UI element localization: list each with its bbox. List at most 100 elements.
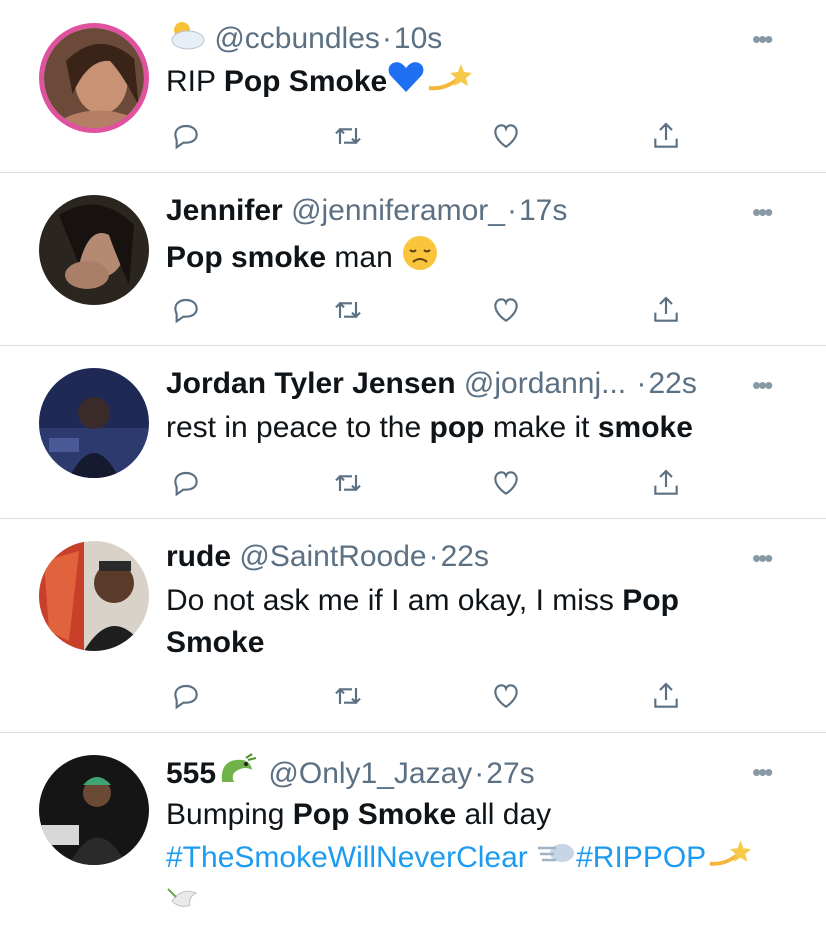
user-handle[interactable]: @SaintRoode [239,540,426,573]
cloud-sun-emoji [166,20,206,60]
share-button[interactable] [646,676,686,716]
tweet-actions [166,676,686,716]
user-handle[interactable]: @Only1_Jazay [268,757,472,790]
text-bold-segment: Pop Smoke [292,798,457,831]
retweet-button[interactable] [328,676,368,716]
timestamp[interactable]: 22s [441,540,489,573]
like-button[interactable] [486,290,526,330]
share-button[interactable] [646,290,686,330]
tweet-text: Do not ask me if I am okay, I miss Pop S… [166,580,726,664]
retweet-button[interactable] [328,116,368,156]
timestamp[interactable]: 22s [648,367,696,400]
reply-button[interactable] [166,463,206,503]
avatar-image [44,28,144,128]
like-button[interactable] [486,676,526,716]
like-button[interactable] [486,116,526,156]
avatar-jennifer[interactable] [39,195,149,305]
tweet-text: rest in peace to the pop make it smoke [166,407,786,449]
text-segment: man [326,240,402,274]
hashtag-link[interactable]: #RIPPOP [576,841,706,874]
user-handle[interactable]: @jenniferamor_ [291,194,505,227]
retweet-icon [335,301,361,319]
like-icon [494,684,518,708]
tweet-actions [166,116,686,156]
tweet-header: 555 @Only1_Jazay·27s [166,752,535,798]
like-button[interactable] [486,463,526,503]
user-handle[interactable]: @jordannj... [464,367,626,400]
hashtag-link[interactable]: #TheSmokeWillNeverClear [166,841,528,874]
avatar-jordan[interactable] [39,368,149,478]
share-button[interactable] [646,116,686,156]
separator-dot: · [506,194,517,227]
more-options-icon[interactable]: ••• [752,24,773,55]
share-icon [654,469,678,495]
text-bold-segment: Pop Smoke [223,64,388,98]
reply-icon [174,124,198,150]
tweet-5[interactable]: 555 @Only1_Jazay·27s ••• Bumping Pop Smo… [0,733,826,907]
text-segment: Bumping [166,798,293,831]
more-options-icon[interactable]: ••• [752,543,773,574]
display-name[interactable]: Jordan Tyler Jensen [166,367,456,400]
share-button[interactable] [646,463,686,503]
reply-button[interactable] [166,116,206,156]
tweet-header: Jennifer @jenniferamor_·17s [166,192,567,230]
dizzy-emoji [425,60,473,106]
display-name[interactable]: 555 [166,757,216,790]
avatar-image [39,368,149,478]
separator-dot: · [428,540,439,573]
display-name[interactable]: rude [166,540,231,573]
tweet-3[interactable]: Jordan Tyler Jensen @jordannj... ·22s ••… [0,346,826,518]
avatar-555[interactable] [39,755,149,865]
blue-heart-emoji [387,60,425,106]
text-bold-segment: smoke [597,411,693,444]
tweet-header: rude @SaintRoode·22s [166,538,489,576]
text-segment: make it [484,411,598,444]
like-icon [494,124,518,148]
more-options-icon[interactable]: ••• [752,370,773,401]
share-icon [654,682,678,708]
timestamp[interactable]: 10s [394,22,442,55]
display-name[interactable]: Jennifer [166,194,283,227]
disappointed-face-emoji [401,234,439,284]
timestamp[interactable]: 17s [519,194,567,227]
tweet-actions [166,463,686,503]
tweet-1[interactable]: @ccbundles·10s ••• RIP Pop Smoke [0,0,826,172]
avatar-image [39,755,149,865]
like-icon [494,298,518,322]
retweet-icon [335,127,361,145]
separator-dot: · [474,756,485,790]
reply-icon [174,471,198,497]
tweet-4[interactable]: rude @SaintRoode·22s ••• Do not ask me i… [0,519,826,732]
text-bold-segment: Pop smoke [166,240,327,274]
text-segment: RIP [166,64,224,98]
avatar-ccbundles[interactable] [39,23,149,133]
reply-button[interactable] [166,290,206,330]
tweet-text: Pop smoke man [166,234,786,284]
user-handle[interactable]: @ccbundles [214,22,380,55]
timestamp[interactable]: 27s [486,757,534,790]
text-segment: rest in peace to the [166,411,430,444]
retweet-icon [335,474,361,492]
tweet-2[interactable]: Jennifer @jenniferamor_·17s ••• Pop smok… [0,173,826,345]
more-options-icon[interactable]: ••• [752,757,773,788]
separator-dot: · [636,367,647,400]
avatar-image [39,195,149,305]
reply-icon [174,684,198,710]
tweet-actions [166,290,686,330]
dash-emoji [536,838,576,880]
dragon-emoji [216,752,260,798]
reply-button[interactable] [166,676,206,716]
separator-dot: · [381,22,392,55]
avatar-rude[interactable] [39,541,149,651]
more-options-icon[interactable]: ••• [752,197,773,228]
share-icon [654,122,678,148]
tweet-header: Jordan Tyler Jensen @jordannj... ·22s [166,365,697,403]
retweet-icon [335,687,361,705]
tweet-header: @ccbundles·10s [166,20,442,60]
dizzy-emoji [706,836,752,882]
retweet-button[interactable] [328,290,368,330]
retweet-button[interactable] [328,463,368,503]
text-segment: Do not ask me if I am okay, I miss [166,584,623,617]
text-segment: all day [456,798,552,831]
text-bold-segment: pop [429,411,485,444]
